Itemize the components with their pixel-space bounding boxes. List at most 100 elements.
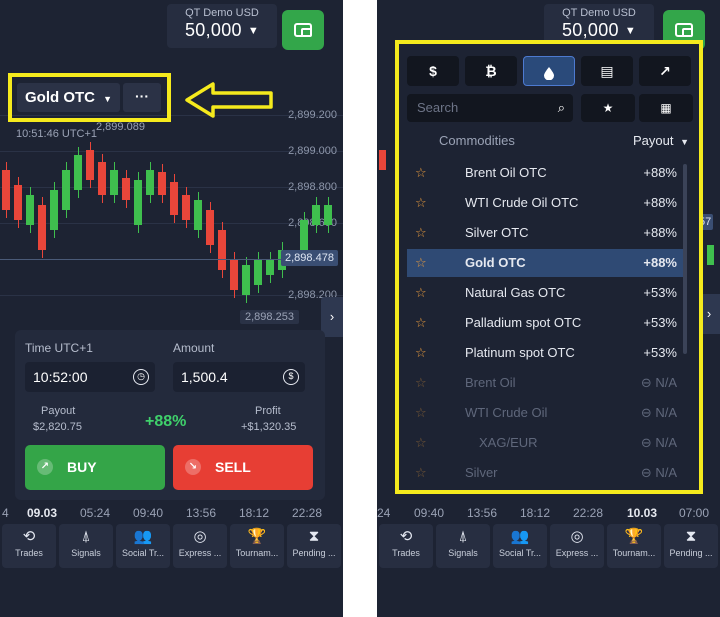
nav-social-trading[interactable]: 👥 Social Tr... [116,524,170,568]
asset-name: XAG/EUR [479,435,538,450]
unavailable-icon: ⊖ [640,435,656,450]
time-tick: 05:24 [80,506,111,520]
nav-tournaments[interactable]: 🏆 Tournam... [230,524,284,568]
dollar-icon[interactable]: $ [283,369,299,385]
asset-selector-button[interactable]: Gold OTC ▼ [17,83,121,112]
more-options-button[interactable]: ··· [123,83,161,112]
asset-row[interactable]: ☆ Brent Oil OTC +88% [407,159,683,187]
asset-name: Palladium spot OTC [465,315,582,330]
candle-body [182,195,190,220]
wallet-button[interactable] [282,10,324,50]
star-outline-icon[interactable]: ☆ [415,309,427,337]
unavailable-icon: ⊖ [640,375,656,390]
amount-label: Amount [173,341,215,355]
nav-trades[interactable]: ⟲ Trades [2,524,56,568]
asset-row[interactable]: ☆ Natural Gas OTC +53% [407,279,683,307]
chart-low-label: 2,898.253 [240,310,299,324]
balance-value: 50,000 [561,20,619,40]
star-outline-icon[interactable]: ☆ [415,339,427,367]
asset-payout: +53% [643,315,677,330]
asset-row-disabled: ☆ Brent Oil ⊖ N/A [407,369,683,397]
star-outline-icon: ☆ [415,465,427,480]
trading-screen: QT Demo USD 50,000 ▼ 2,899.200 2,899.000 … [0,0,343,617]
candle [707,245,714,265]
time-tick: 22:28 [292,506,323,520]
candle-body [134,180,142,225]
account-type-label: QT Demo USD [185,7,259,19]
trade-panel: Time UTC+1 Amount 10:52:00 ◷ 1,500.4 $ P… [15,330,325,500]
nav-label: Pending ... [669,548,713,558]
chart-time-label: 10:51:46 UTC+1 [16,128,98,140]
candle [324,197,332,233]
category-stocks-tab[interactable]: ▤ [581,56,633,86]
candle-body [218,230,226,270]
time-tick: 09:40 [133,506,164,520]
asset-row[interactable]: ☆ Platinum spot OTC +53% [407,339,683,367]
sell-button[interactable]: ↘ SELL [173,445,313,490]
trophy-icon: 🏆 [247,528,267,545]
chart-high-label: 2,899.089 [96,121,145,133]
buy-button[interactable]: ↗ BUY [25,445,165,490]
nav-label: Signals [71,548,101,558]
asset-row[interactable]: ☆ Palladium spot OTC +53% [407,309,683,337]
nav-social-trading[interactable]: 👥 Social Tr... [493,524,547,568]
star-outline-icon[interactable]: ☆ [415,279,427,307]
candle-body [110,170,118,195]
nav-label: Tournam... [235,548,279,558]
search-input[interactable]: Search ⌕ [407,94,573,122]
nav-express[interactable]: ◎ Express ... [550,524,604,568]
star-outline-icon[interactable]: ☆ [415,189,427,217]
candle-body [86,150,94,180]
chevron-right-icon: › [706,306,712,321]
nav-pending[interactable]: ⧗ Pending ... [287,524,341,568]
account-balance[interactable]: QT Demo USD 50,000 ▼ [167,4,277,48]
category-indices-tab[interactable]: ↗ [639,56,691,86]
asset-payout: +53% [643,285,677,300]
trophy-icon: 🏆 [624,528,644,545]
asset-name: Brent Oil OTC [465,165,547,180]
asset-row-selected[interactable]: ☆ Gold OTC +88% [407,249,683,277]
nav-signals[interactable]: ⍋ Signals [436,524,490,568]
time-input[interactable]: 10:52:00 ◷ [25,362,155,392]
nav-label: Pending ... [292,548,336,558]
schedule-button[interactable]: ▦ [639,94,693,122]
current-price-line [0,259,281,260]
time-tick: 07:00 [679,506,710,520]
favorites-filter-button[interactable]: ★ [581,94,635,122]
candle-body [266,260,274,275]
expand-panel-button[interactable]: › [321,297,343,337]
amount-input[interactable]: 1,500.4 $ [173,362,305,392]
nav-trades[interactable]: ⟲ Trades [379,524,433,568]
nav-label: Express ... [178,548,222,558]
time-tick: 09:40 [414,506,445,520]
candle [110,162,118,203]
list-scrollbar[interactable] [683,164,687,354]
category-currencies-tab[interactable]: $ [407,56,459,86]
star-outline-icon[interactable]: ☆ [415,219,427,247]
star-outline-icon[interactable]: ☆ [415,159,427,187]
users-icon: 👥 [133,528,153,545]
candle-body [26,195,34,225]
category-commodities-tab[interactable] [523,56,575,86]
candle [182,187,190,228]
nav-pending[interactable]: ⧗ Pending ... [664,524,718,568]
nav-tournaments[interactable]: 🏆 Tournam... [607,524,661,568]
nav-express[interactable]: ◎ Express ... [173,524,227,568]
clock-icon[interactable]: ◷ [133,369,149,385]
category-crypto-tab[interactable]: ₿ [465,56,517,86]
asset-name: Silver [465,465,498,480]
search-icon: ⌕ [557,100,565,115]
nav-signals[interactable]: ⍋ Signals [59,524,113,568]
buy-label: BUY [67,459,97,475]
calendar-icon: ▦ [660,101,672,115]
time-tick: 13:56 [467,506,498,520]
star-outline-icon[interactable]: ☆ [415,249,427,277]
asset-row[interactable]: ☆ Silver OTC +88% [407,219,683,247]
candle [312,197,320,233]
asset-row[interactable]: ☆ WTI Crude Oil OTC +88% [407,189,683,217]
time-tick: 10.03 [627,506,658,520]
payout-sort-button[interactable]: Payout ▼ [633,133,689,148]
candle [170,174,178,223]
candle-body [206,210,214,245]
asset-row-disabled: ☆ WTI Crude Oil ⊖ N/A [407,399,683,427]
